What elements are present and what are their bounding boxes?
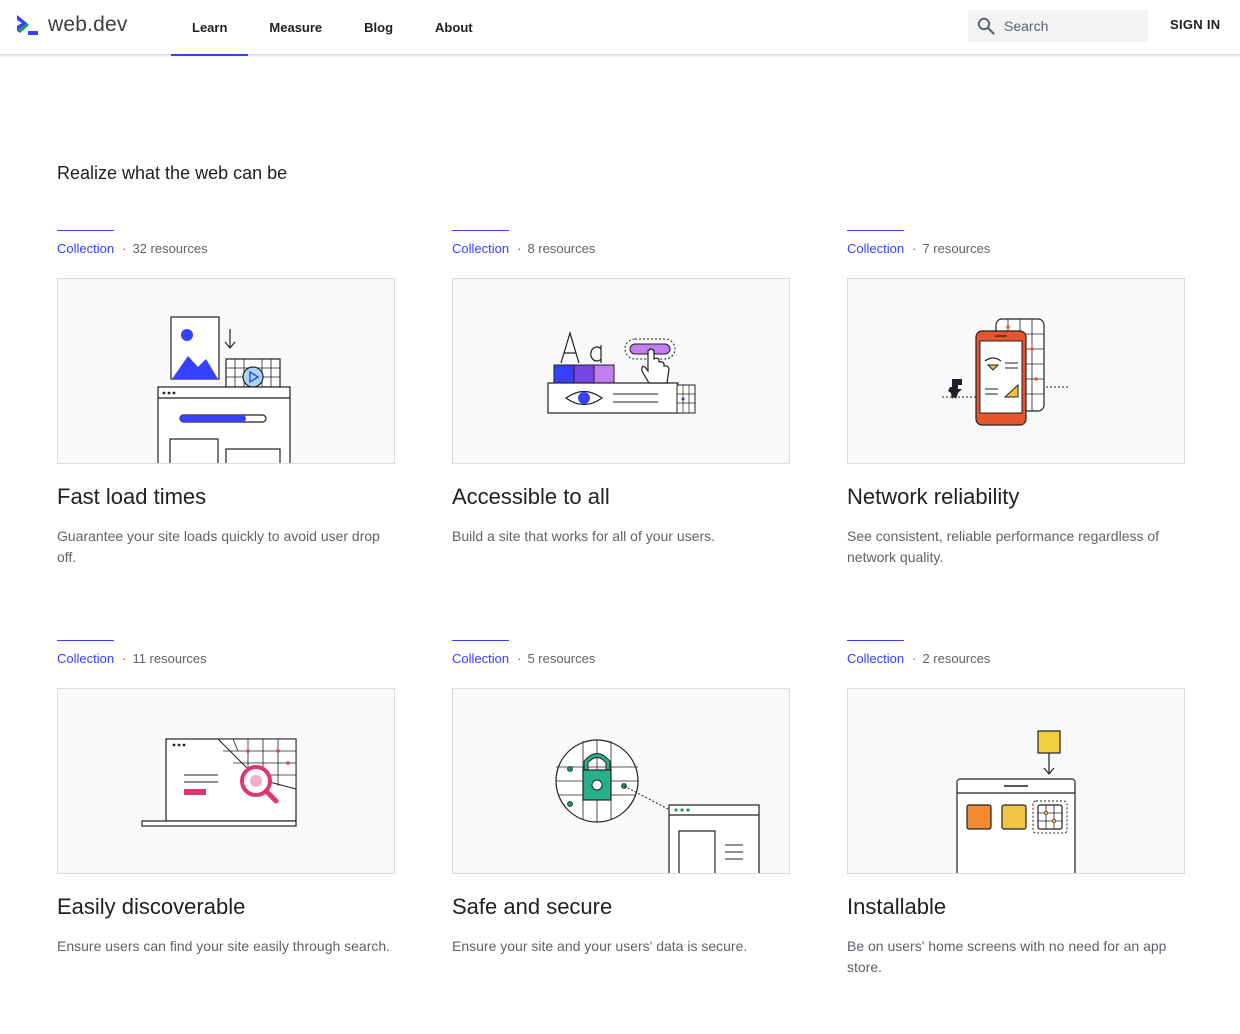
card-description: Build a site that works for all of your … xyxy=(452,528,715,544)
card-accent-rule xyxy=(847,230,904,231)
collection-link[interactable]: Collection xyxy=(847,241,904,256)
resource-count: 11 resources xyxy=(132,651,207,666)
collection-link[interactable]: Collection xyxy=(452,241,509,256)
search-box[interactable] xyxy=(968,10,1148,42)
site-header: web.dev Learn Measure Blog About SIGN IN xyxy=(0,0,1240,56)
card-title[interactable]: Easily discoverable xyxy=(57,894,245,920)
card-meta: Collection · 32 resources xyxy=(57,241,208,256)
resource-count: 32 resources xyxy=(132,241,208,256)
discoverable-illustration-icon xyxy=(141,738,297,827)
accessibility-illustration-icon xyxy=(547,330,696,414)
section-title: Realize what the web can be xyxy=(57,163,288,183)
network-illustration-icon xyxy=(942,318,1070,426)
card-meta: Collection · 5 resources xyxy=(452,651,595,666)
card-meta: Collection · 11 resources xyxy=(57,651,207,666)
resource-count: 5 resources xyxy=(527,651,596,666)
collection-link[interactable]: Collection xyxy=(57,651,114,666)
logo-text: web.dev xyxy=(48,13,128,36)
nav-tab-about[interactable]: About xyxy=(414,0,494,55)
card-accent-rule xyxy=(452,230,509,231)
card-accent-rule xyxy=(847,640,904,641)
card-thumbnail[interactable] xyxy=(57,688,395,874)
collection-link[interactable]: Collection xyxy=(847,651,904,666)
card-meta: Collection · 2 resources xyxy=(847,651,990,666)
meta-separator: · xyxy=(912,241,917,256)
search-input[interactable] xyxy=(1004,10,1140,42)
web-dev-logo-icon xyxy=(17,15,38,35)
card-description: Ensure your site and your users' data is… xyxy=(452,938,748,954)
nav-tab-measure[interactable]: Measure xyxy=(248,0,343,55)
card-description: Ensure users can find your site easily t… xyxy=(57,938,391,954)
card-thumbnail[interactable] xyxy=(452,278,790,464)
card-thumbnail[interactable] xyxy=(452,688,790,874)
card-accent-rule xyxy=(57,640,114,641)
resource-count: 8 resources xyxy=(527,241,596,256)
card-accent-rule xyxy=(57,230,114,231)
collection-link[interactable]: Collection xyxy=(57,241,114,256)
sign-in-button[interactable]: SIGN IN xyxy=(1170,17,1221,32)
card-title[interactable]: Network reliability xyxy=(847,484,1019,510)
meta-separator: · xyxy=(517,651,522,666)
main-nav: Learn Measure Blog About xyxy=(171,0,494,56)
card-description: Guarantee your site loads quickly to avo… xyxy=(57,528,380,565)
fast-load-illustration-icon xyxy=(157,316,291,463)
installable-illustration-icon xyxy=(956,730,1076,873)
resource-count: 7 resources xyxy=(922,241,991,256)
card-description: Be on users' home screens with no need f… xyxy=(847,938,1167,975)
card-meta: Collection · 7 resources xyxy=(847,241,990,256)
nav-tab-learn[interactable]: Learn xyxy=(171,0,249,56)
card-thumbnail[interactable] xyxy=(847,688,1185,874)
nav-tab-blog[interactable]: Blog xyxy=(343,0,414,55)
search-icon[interactable] xyxy=(977,17,995,35)
card-thumbnail[interactable] xyxy=(847,278,1185,464)
card-title[interactable]: Installable xyxy=(847,894,946,920)
meta-separator: · xyxy=(122,241,127,256)
resource-count: 2 resources xyxy=(922,651,991,666)
security-illustration-icon xyxy=(555,739,760,873)
card-title[interactable]: Safe and secure xyxy=(452,894,612,920)
card-meta: Collection · 8 resources xyxy=(452,241,595,256)
card-accent-rule xyxy=(452,640,509,641)
collection-link[interactable]: Collection xyxy=(452,651,509,666)
logo-link[interactable]: web.dev xyxy=(14,12,128,38)
card-thumbnail[interactable] xyxy=(57,278,395,464)
meta-separator: · xyxy=(517,241,522,256)
card-title[interactable]: Fast load times xyxy=(57,484,206,510)
card-title[interactable]: Accessible to all xyxy=(452,484,610,510)
meta-separator: · xyxy=(122,651,127,666)
card-description: See consistent, reliable performance reg… xyxy=(847,528,1160,565)
meta-separator: · xyxy=(912,651,917,666)
